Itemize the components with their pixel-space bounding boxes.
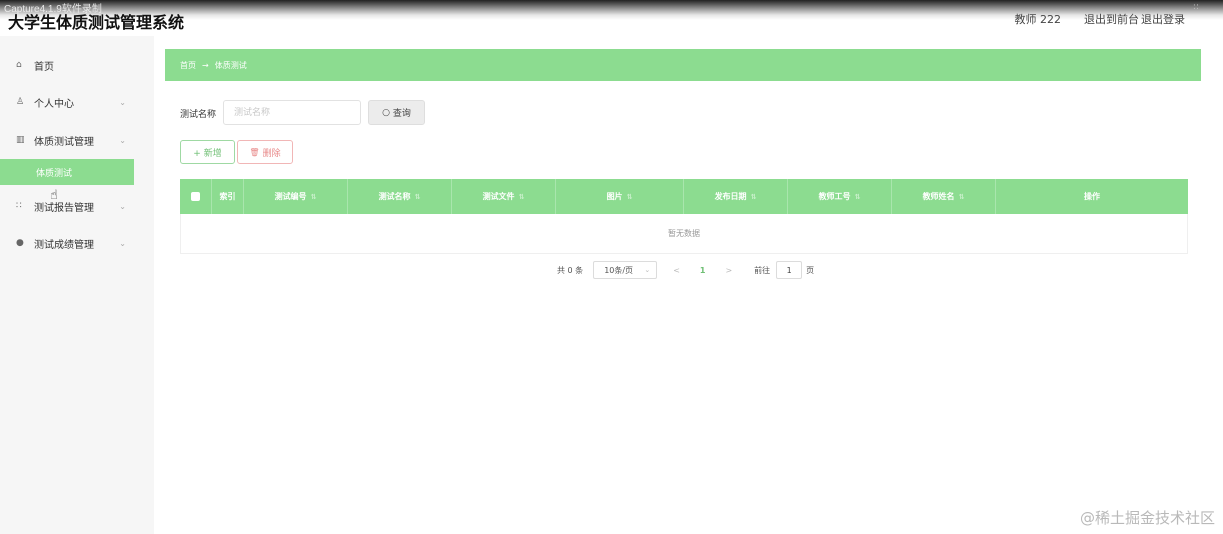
column-header-teacher-name[interactable]: 教师姓名 ⇅ xyxy=(892,179,996,214)
page-size-value: 10条/页 xyxy=(604,265,634,275)
sidebar-item-label: 测试报告管理 xyxy=(34,202,94,214)
column-header-test-file[interactable]: 测试文件 ⇅ xyxy=(452,179,556,214)
hand-cursor-icon: ☝ xyxy=(50,188,58,203)
column-header-teacher-id[interactable]: 教师工号 ⇅ xyxy=(788,179,892,214)
sidebar-item-label: 首页 xyxy=(34,61,54,73)
chart-icon: ▥ xyxy=(16,135,25,145)
grid-icon: ∷ xyxy=(16,201,22,211)
top-header: Capture4.1.9软件录制 大学生体质测试管理系统 教师 222 退出到前… xyxy=(0,0,1223,36)
column-header-actions: 操作 xyxy=(1084,192,1100,201)
search-button-label: 查询 xyxy=(392,109,411,119)
site-watermark: @稀土掘金技术社区 xyxy=(1079,509,1215,527)
sidebar-item-score-mgmt[interactable]: ● 测试成绩管理 ⌄ xyxy=(0,225,154,261)
sidebar-subitem-fitness-test[interactable]: 体质测试 xyxy=(0,159,134,185)
empty-table-message: 暂无数据 xyxy=(180,214,1188,254)
corner-mark: :: xyxy=(1192,2,1199,12)
search-button[interactable]: ○ 查询 xyxy=(368,100,425,125)
user-icon: ♙ xyxy=(16,97,25,107)
pagination: 共 0 条 10条/页 ⌄ < 1 > 前往 页 xyxy=(557,261,814,279)
column-header-index: 索引 xyxy=(212,179,244,214)
sidebar-item-home[interactable]: ⌂ 首页 xyxy=(0,47,154,83)
sidebar-item-fitness-test-mgmt[interactable]: ▥ 体质测试管理 ⌄ xyxy=(0,122,154,158)
prev-page-button[interactable]: < xyxy=(673,266,680,275)
search-input[interactable] xyxy=(223,100,361,125)
sidebar-item-report-mgmt[interactable]: ∷ 测试报告管理 ⌄ xyxy=(0,188,154,224)
column-header-test-name[interactable]: 测试名称 ⇅ xyxy=(348,179,452,214)
sort-icon[interactable]: ⇅ xyxy=(959,193,965,201)
add-button[interactable]: + 新增 xyxy=(180,140,235,164)
goto-page-input[interactable] xyxy=(776,261,803,279)
sort-icon[interactable]: ⇅ xyxy=(519,193,525,201)
chevron-down-icon: ⌄ xyxy=(119,97,126,107)
sidebar-item-label: 体质测试管理 xyxy=(34,136,94,148)
goto-label: 前往 xyxy=(754,265,771,275)
column-header-test-id[interactable]: 测试编号 ⇅ xyxy=(244,179,348,214)
search-icon: ○ xyxy=(382,107,390,118)
chevron-down-icon: ⌄ xyxy=(119,135,126,145)
data-table: 索引 测试编号 ⇅ 测试名称 ⇅ 测试文件 ⇅ 图片 ⇅ 发布日期 ⇅ 教师工号 ⇅ 教师姓… xyxy=(180,179,1188,254)
breadcrumb-home[interactable]: 首页 xyxy=(180,60,196,71)
chevron-down-icon: ⌄ xyxy=(119,238,126,248)
delete-button[interactable]: 🗑 删除 xyxy=(237,140,293,164)
page-number-current[interactable]: 1 xyxy=(700,266,706,275)
sort-icon[interactable]: ⇅ xyxy=(415,193,421,201)
column-header-image[interactable]: 图片 ⇅ xyxy=(556,179,684,214)
select-all-cell[interactable] xyxy=(180,179,212,214)
column-header-publish-date[interactable]: 发布日期 ⇅ xyxy=(684,179,788,214)
table-header: 索引 测试编号 ⇅ 测试名称 ⇅ 测试文件 ⇅ 图片 ⇅ 发布日期 ⇅ 教师工号 ⇅ 教师姓… xyxy=(180,179,1188,214)
logout-link[interactable]: 退出登录 xyxy=(1141,11,1185,27)
breadcrumb: 首页 → 体质测试 xyxy=(165,49,1201,81)
pin-icon: ● xyxy=(16,238,24,248)
home-icon: ⌂ xyxy=(16,60,22,70)
sidebar-item-label: 个人中心 xyxy=(34,98,74,110)
sort-icon[interactable]: ⇅ xyxy=(627,193,633,201)
sort-icon[interactable]: ⇅ xyxy=(311,193,317,201)
next-page-button[interactable]: > xyxy=(725,266,732,275)
delete-button-label: 删除 xyxy=(262,148,281,159)
trash-icon: 🗑 xyxy=(249,147,260,157)
sidebar-item-profile[interactable]: ♙ 个人中心 ⌄ xyxy=(0,84,154,120)
sort-icon[interactable]: ⇅ xyxy=(855,193,861,201)
chevron-down-icon: ⌄ xyxy=(119,201,126,211)
current-user: 教师 222 xyxy=(1014,13,1062,26)
chevron-down-icon: ⌄ xyxy=(644,266,651,274)
arrow-right-icon: → xyxy=(202,60,209,70)
sort-icon[interactable]: ⇅ xyxy=(751,193,757,201)
pagination-total: 共 0 条 xyxy=(557,265,584,275)
search-label: 测试名称 xyxy=(180,110,217,120)
breadcrumb-current: 体质测试 xyxy=(214,60,247,70)
select-all-checkbox[interactable] xyxy=(191,192,200,201)
sidebar: ⌂ 首页 ♙ 个人中心 ⌄ ▥ 体质测试管理 ⌄ 体质测试 ∷ 测试报告管理 ⌄… xyxy=(0,36,154,534)
app-title: 大学生体质测试管理系统 xyxy=(8,13,185,32)
page-size-select[interactable]: 10条/页 ⌄ xyxy=(593,261,658,279)
sidebar-item-label: 测试成绩管理 xyxy=(34,239,94,251)
page-unit-label: 页 xyxy=(806,265,815,275)
exit-to-front-link[interactable]: 退出到前台 xyxy=(1084,11,1139,27)
